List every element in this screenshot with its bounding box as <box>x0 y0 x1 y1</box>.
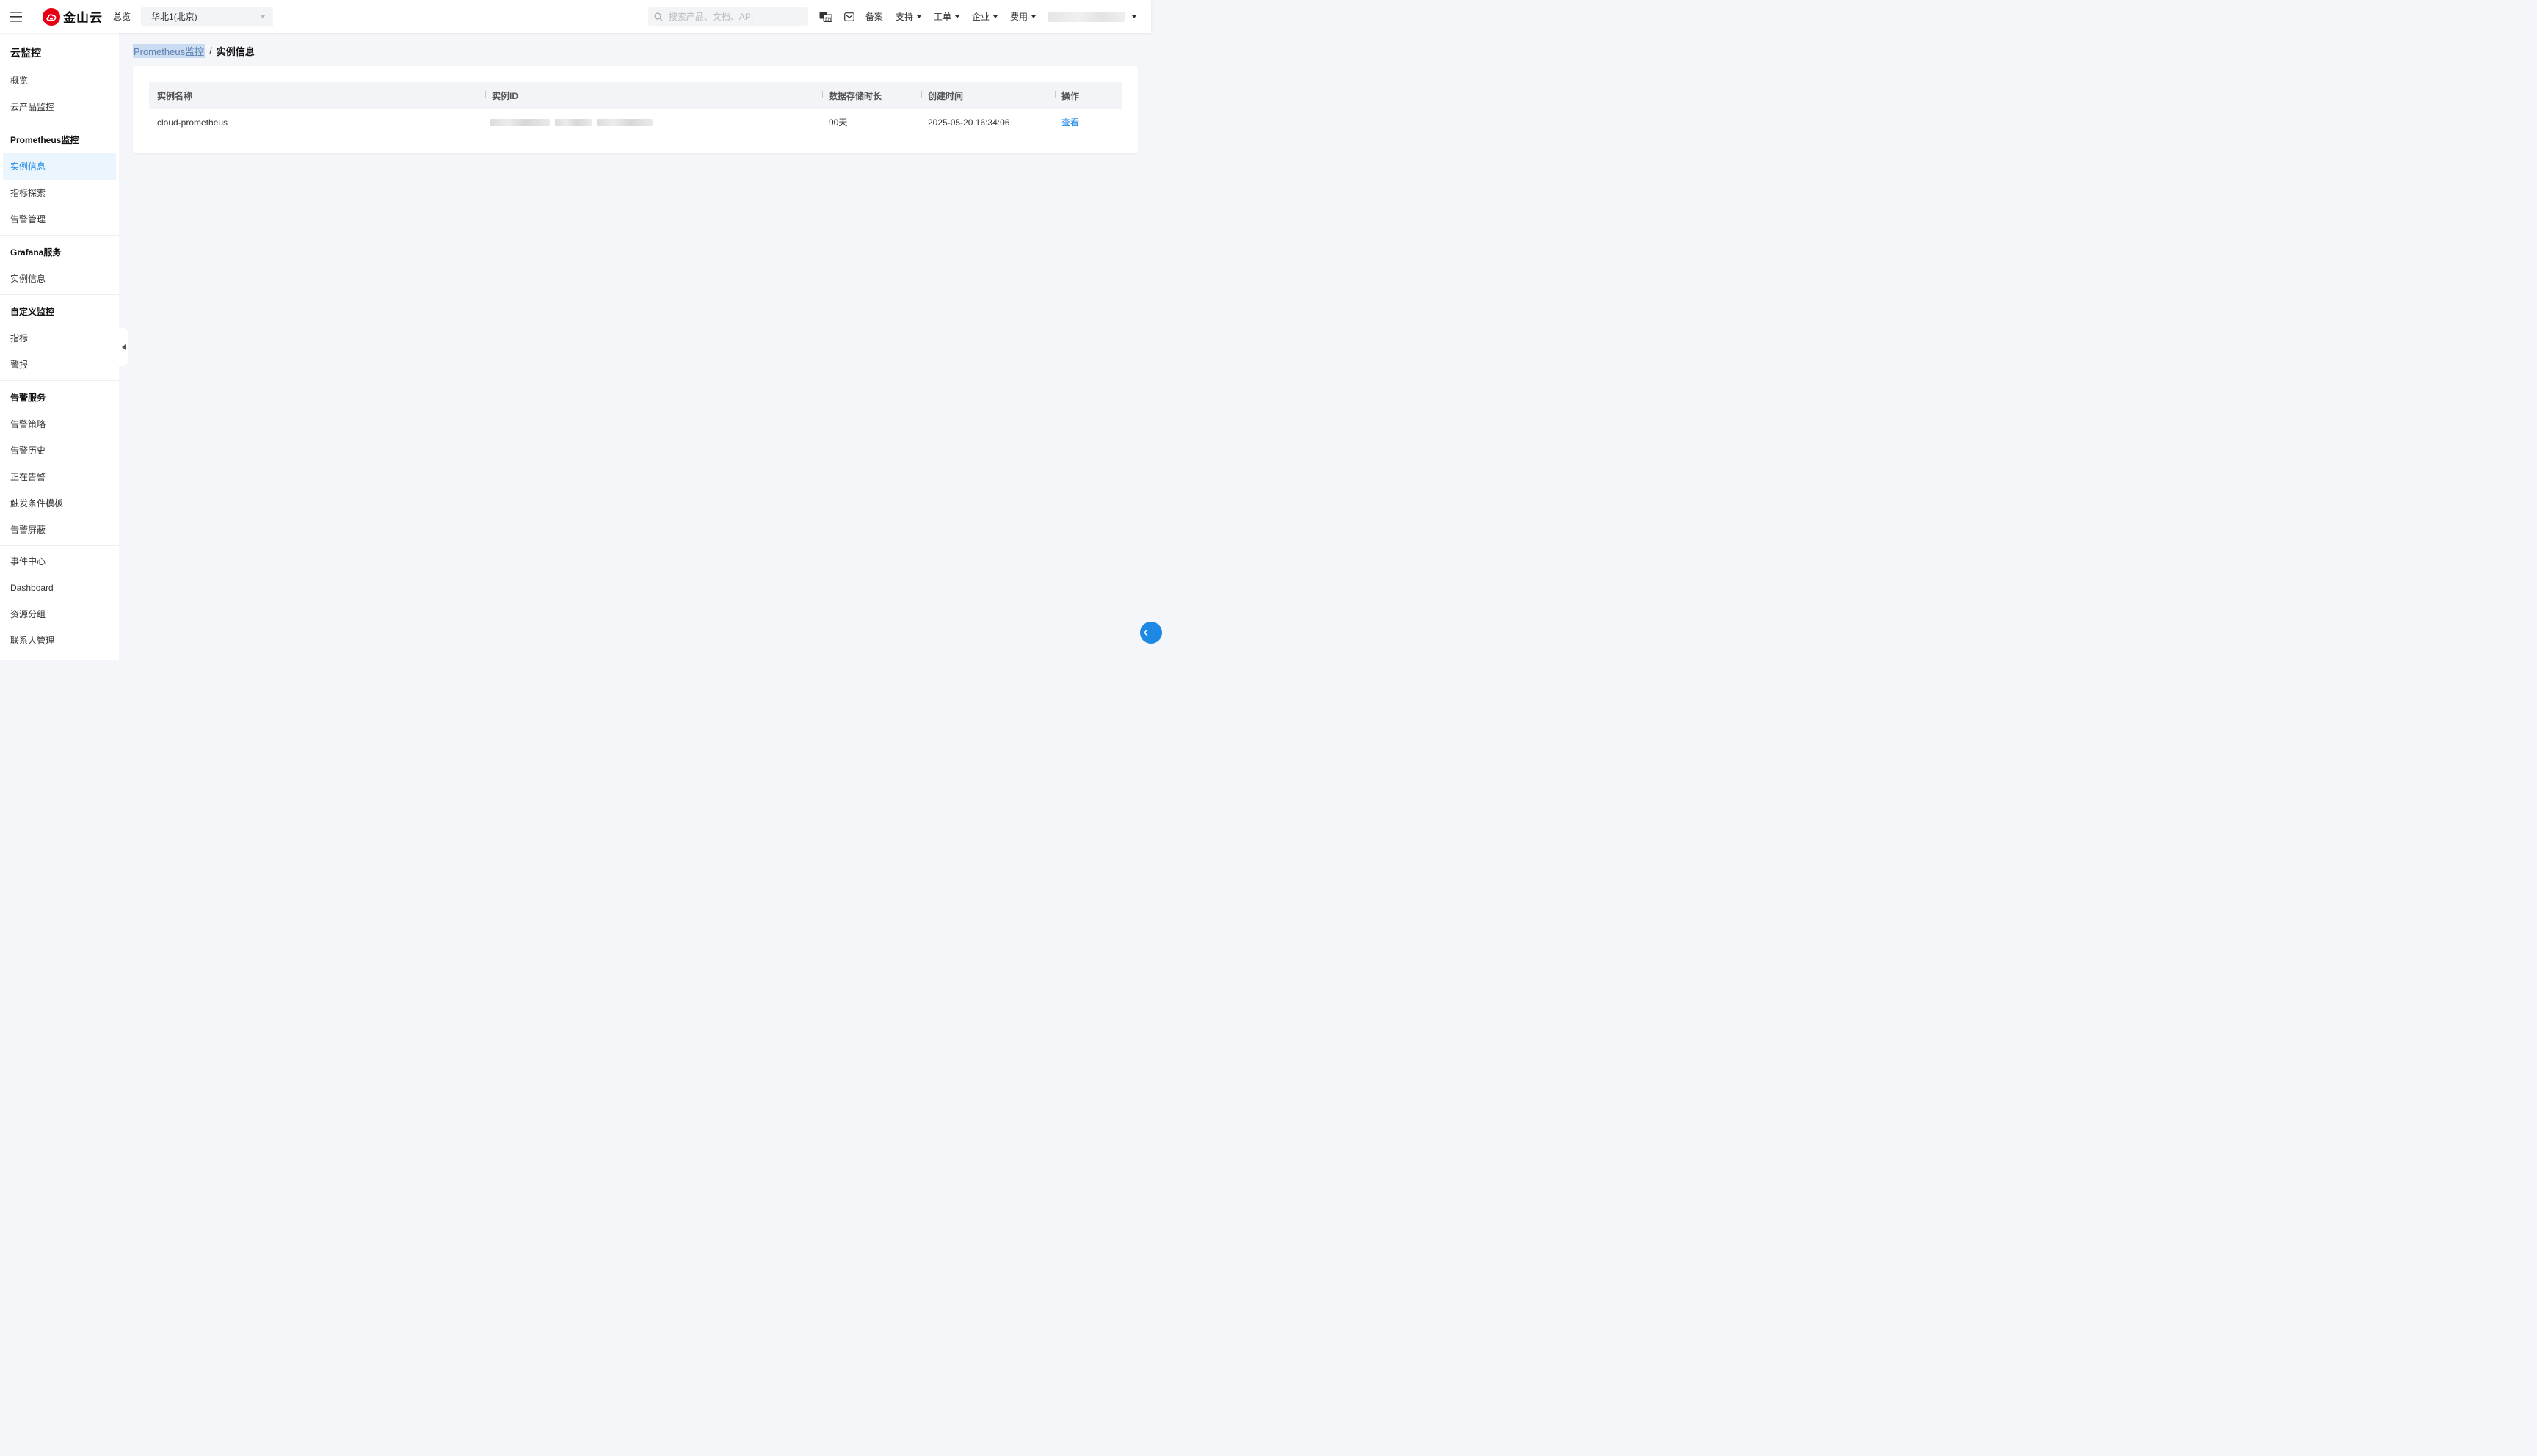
ticket-menu-label: 工单 <box>933 12 951 22</box>
column-header-name: 实例名称 <box>157 90 193 101</box>
breadcrumb-link-prometheus[interactable]: Prometheus监控 <box>133 44 206 58</box>
table-header: 实例名称 实例ID 数据存储时长 创建时间 操作 <box>149 82 1122 109</box>
column-header-retention: 数据存储时长 <box>822 90 921 102</box>
sidebar-group-custom-monitoring: 自定义监控 <box>10 307 55 317</box>
sidebar-title: 云监控 <box>10 47 41 59</box>
sidebar-group-alert-service: 告警服务 <box>10 393 46 403</box>
user-account-menu[interactable] <box>1048 11 1136 22</box>
created-time: 2025-05-20 16:34:06 <box>928 117 1010 128</box>
beian-link[interactable]: 备案 <box>865 10 883 23</box>
sidebar-divider <box>0 235 119 236</box>
sidebar-item-alert-silence[interactable]: 告警屏蔽 <box>3 517 116 543</box>
instance-name: cloud-prometheus <box>157 117 228 128</box>
sidebar-item-prometheus-instances[interactable]: 实例信息 <box>3 153 116 180</box>
enterprise-menu[interactable]: 企业 <box>972 10 998 23</box>
chevron-left-icon <box>1143 629 1148 636</box>
caret-left-icon <box>121 344 126 350</box>
sidebar: 云监控 概览 云产品监控 Prometheus监控 实例信息 指标探索 告警管理… <box>0 33 119 660</box>
caret-down-icon <box>1132 15 1136 18</box>
sidebar-item-metrics-explore[interactable]: 指标探索 <box>3 180 116 206</box>
sidebar-divider <box>0 294 119 295</box>
brand-logo[interactable]: 金山云 <box>43 7 103 26</box>
sidebar-item-grafana-instances[interactable]: 实例信息 <box>3 266 116 292</box>
instance-table-card: 实例名称 实例ID 数据存储时长 创建时间 操作 cloud-prometheu… <box>133 66 1138 153</box>
ticket-menu[interactable]: 工单 <box>934 10 959 23</box>
billing-menu[interactable]: 费用 <box>1010 10 1036 23</box>
sidebar-item-alert-history[interactable]: 告警历史 <box>3 437 116 464</box>
region-value: 华北1(北京) <box>151 12 197 22</box>
caret-down-icon <box>1031 15 1036 18</box>
sidebar-item-active-alerts[interactable]: 正在告警 <box>3 464 116 490</box>
sidebar-item-event-center[interactable]: 事件中心 <box>3 548 116 575</box>
svg-text:EN: EN <box>825 17 831 22</box>
breadcrumb-separator: / <box>209 46 212 57</box>
breadcrumb: Prometheus监控 / 实例信息 <box>133 44 255 58</box>
search-input[interactable] <box>667 10 802 23</box>
retention-value: 90天 <box>829 117 848 128</box>
sidebar-item-contacts[interactable]: 联系人管理 <box>3 627 116 654</box>
sidebar-item-overview[interactable]: 概览 <box>3 68 116 94</box>
instance-table: 实例名称 实例ID 数据存储时长 创建时间 操作 cloud-prometheu… <box>149 82 1122 136</box>
sidebar-divider <box>0 380 119 381</box>
sidebar-collapse-handle[interactable] <box>119 328 128 366</box>
overview-link[interactable]: 总览 <box>113 10 131 23</box>
sidebar-item-resource-groups[interactable]: 资源分组 <box>3 601 116 627</box>
region-select[interactable]: 华北1(北京) <box>141 7 274 26</box>
support-menu-label: 支持 <box>895 12 913 22</box>
global-search <box>647 7 808 26</box>
caret-down-icon <box>954 15 959 18</box>
search-icon <box>654 12 663 21</box>
column-header-id: 实例ID <box>485 90 822 102</box>
sidebar-item-cloud-product-monitoring[interactable]: 云产品监控 <box>3 94 116 120</box>
instance-id-redacted <box>490 118 822 126</box>
user-name-redacted <box>1048 11 1125 22</box>
sidebar-item-alert-management[interactable]: 告警管理 <box>3 206 116 233</box>
enterprise-menu-label: 企业 <box>971 12 990 22</box>
menu-icon[interactable] <box>0 0 32 33</box>
sidebar-item-metrics[interactable]: 指标 <box>3 325 116 352</box>
message-icon[interactable] <box>842 10 857 24</box>
sidebar-item-dashboard[interactable]: Dashboard <box>3 575 116 601</box>
table-row: cloud-prometheus 90天 2025-05-20 16:34:06… <box>149 109 1122 136</box>
support-menu[interactable]: 支持 <box>896 10 921 23</box>
language-switch-icon[interactable]: EN <box>819 10 833 24</box>
sidebar-item-trigger-templates[interactable]: 触发条件模板 <box>3 490 116 517</box>
chevron-down-icon <box>260 15 266 18</box>
caret-down-icon <box>916 15 921 18</box>
sidebar-group-prometheus: Prometheus监控 <box>10 135 79 145</box>
instance-id-cell <box>485 118 822 126</box>
view-instance-link[interactable]: 查看 <box>1061 117 1079 128</box>
top-navigation-bar: 金山云 总览 华北1(北京) EN 备案 支持 工单 企业 费用 <box>0 0 1151 33</box>
floating-help-button[interactable] <box>1140 622 1162 644</box>
billing-menu-label: 费用 <box>1009 12 1028 22</box>
column-header-action: 操作 <box>1055 90 1122 102</box>
sidebar-item-alert-policy[interactable]: 告警策略 <box>3 411 116 437</box>
caret-down-icon <box>992 15 998 18</box>
cloud-logo-icon <box>43 7 60 26</box>
sidebar-group-grafana: Grafana服务 <box>10 247 62 258</box>
sidebar-divider <box>0 545 119 546</box>
column-header-created: 创建时间 <box>921 90 1055 102</box>
breadcrumb-current: 实例信息 <box>216 46 255 57</box>
sidebar-item-alarms[interactable]: 警报 <box>3 352 116 378</box>
brand-name: 金山云 <box>63 11 103 25</box>
